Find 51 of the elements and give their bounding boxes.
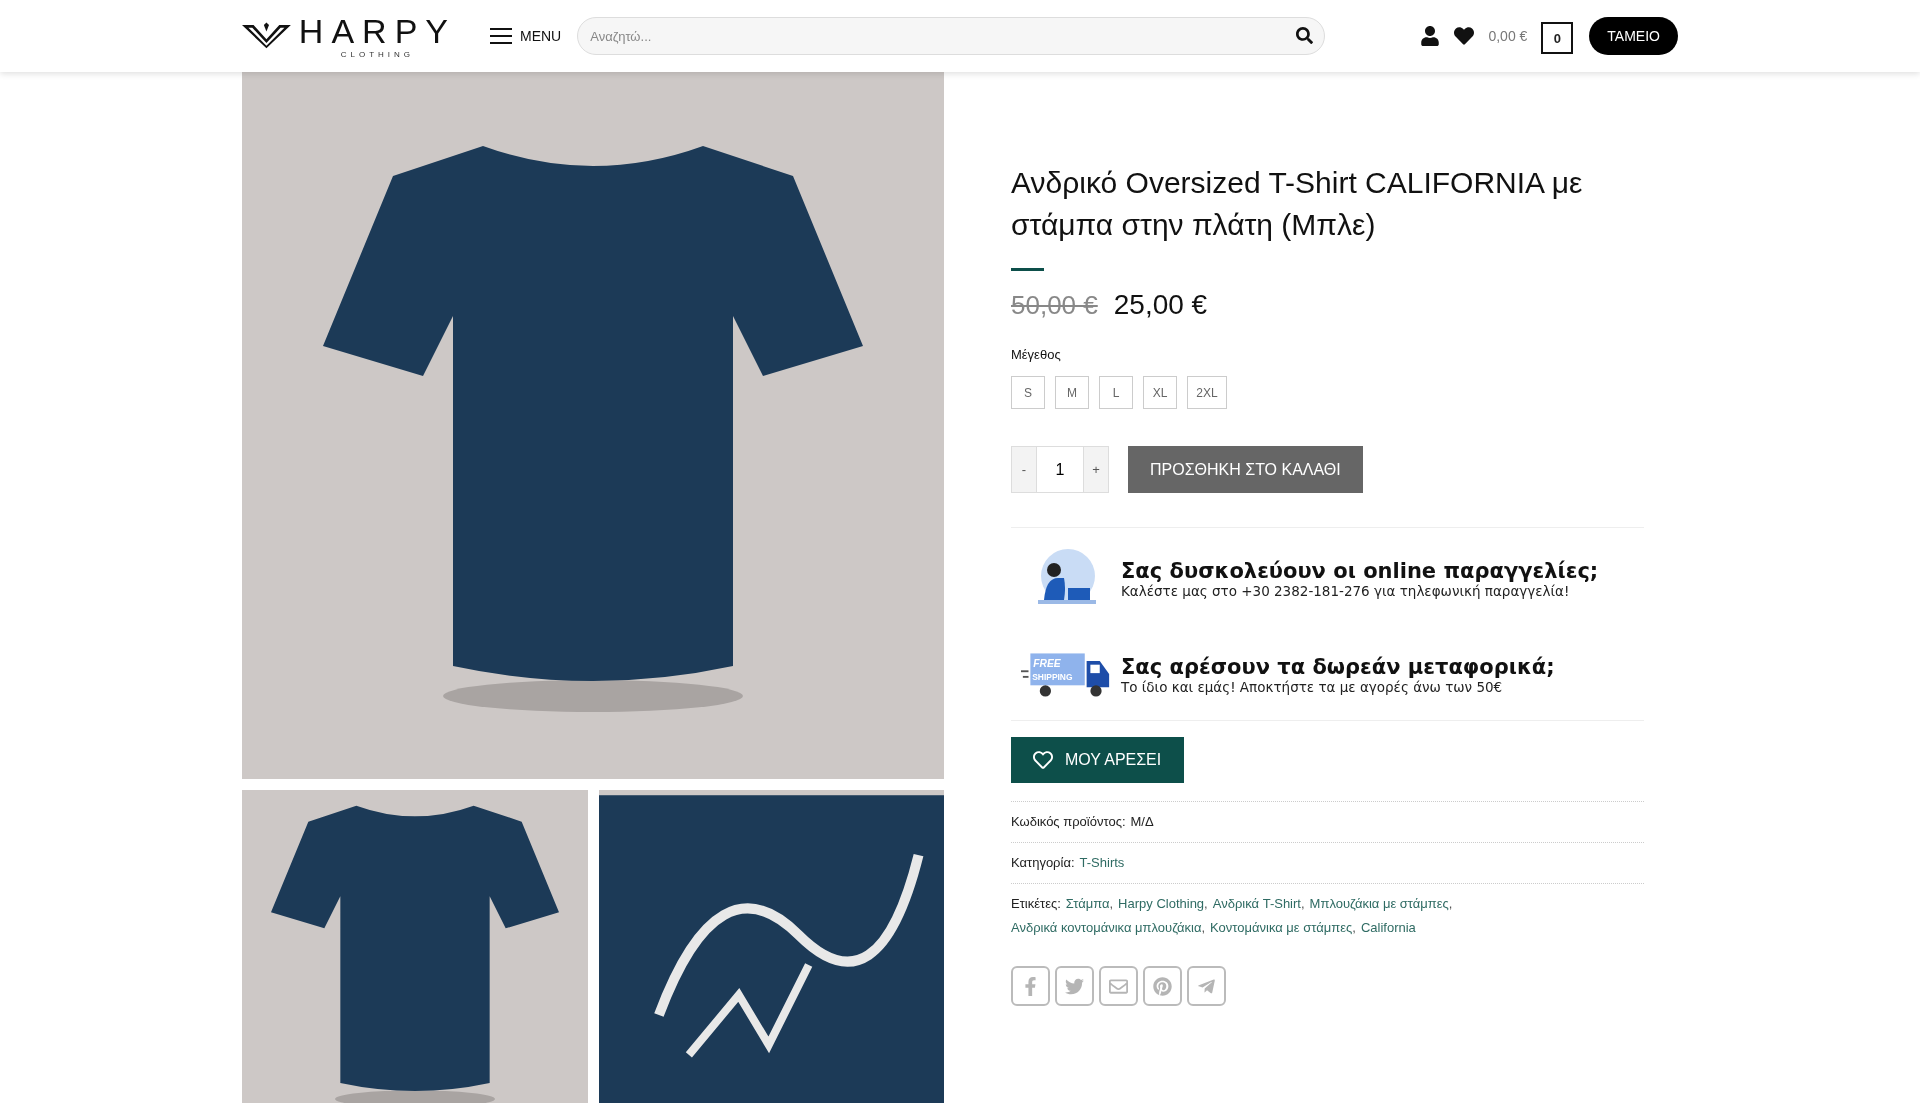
pinterest-icon — [1153, 976, 1172, 996]
quantity-field[interactable]: 1 — [1037, 446, 1083, 493]
tag-separator: , — [1352, 919, 1356, 937]
tag-separator: , — [1201, 919, 1206, 937]
old-price: 50,00 € — [1011, 290, 1098, 321]
size-option[interactable]: L — [1099, 376, 1133, 409]
logo-tagline: CLOTHING — [340, 49, 415, 59]
add-to-cart-button[interactable]: ΠΡΟΣΘΗΚΗ ΣΤΟ ΚΑΛΑΘΙ — [1128, 446, 1363, 493]
product-photo[interactable] — [242, 72, 944, 779]
size-option[interactable]: 2XL — [1187, 376, 1227, 409]
badge-text: SHIPPING — [1032, 671, 1073, 682]
tags-label: Ετικέτες: — [1011, 895, 1061, 913]
category-label: Κατηγορία: — [1011, 854, 1075, 872]
product-title: Ανδρικό Oversized T-Shirt CALIFORNIA με στάμπα στην πλάτη (Μπλε) — [1011, 165, 1584, 243]
tag-separator: , — [1300, 895, 1305, 913]
search-icon[interactable] — [1296, 27, 1314, 44]
tag-separator: , — [1204, 895, 1208, 913]
sku-label: Κωδικός προϊόντος: — [1011, 813, 1126, 831]
sku-value: Μ/Δ — [1130, 813, 1154, 831]
heart-icon — [1033, 750, 1053, 770]
cart-total: 0,00 € — [1488, 28, 1528, 44]
logo-text[interactable]: HARPY — [298, 13, 456, 48]
badge-text: FREE — [1033, 657, 1061, 669]
cart-count[interactable]: 0 — [1541, 22, 1574, 54]
promo-text: Το ίδιο και εμάς! Αποκτήστε τα με αγορές άνω των 50€ — [1121, 679, 1504, 695]
menu-button[interactable]: MENU — [490, 28, 562, 44]
tag-link[interactable]: California — [1360, 916, 1416, 940]
twitter-icon — [1065, 976, 1084, 996]
category-link[interactable]: T-Shirts — [1079, 851, 1125, 875]
wishlist-button[interactable]: ΜΟΥ ΑΡΕΣΕΙ — [1011, 737, 1184, 783]
promo-text: Καλέστε μας στο +30 2382-181-276 για τηλεφωνική παραγγελία! — [1121, 583, 1571, 599]
tag-link[interactable]: Harpy Clothing — [1118, 892, 1205, 916]
promo-title: Σας αρέσουν τα δωρεάν μεταφορικά; — [1121, 655, 1555, 679]
tag-link[interactable]: Ανδρικά T-Shirt — [1212, 892, 1301, 916]
size-option[interactable]: XL — [1143, 376, 1177, 409]
plus-button[interactable]: + — [1083, 446, 1109, 493]
envelope-icon — [1109, 976, 1128, 996]
size-option[interactable]: S — [1011, 376, 1045, 409]
wishlist-icon[interactable] — [1454, 26, 1475, 46]
tag-separator: , — [1109, 895, 1114, 913]
tag-separator: , — [1448, 895, 1453, 913]
promo-title: Σας δυσκολεύουν οι online παραγγελίες; — [1121, 559, 1599, 583]
sale-price: 25,00 € — [1113, 289, 1208, 321]
account-icon[interactable] — [1420, 26, 1441, 46]
size-label: Μέγεθος — [1011, 347, 1062, 362]
menu-icon — [490, 28, 512, 44]
size-option[interactable]: M — [1055, 376, 1089, 409]
minus-button[interactable]: - — [1011, 446, 1037, 493]
tag-link[interactable]: Μπλουζάκια με στάμπες — [1309, 892, 1449, 916]
search-field[interactable]: Αναζητώ... — [577, 17, 1326, 55]
checkout-button[interactable]: ΤΑΜΕΙΟ — [1589, 17, 1678, 55]
